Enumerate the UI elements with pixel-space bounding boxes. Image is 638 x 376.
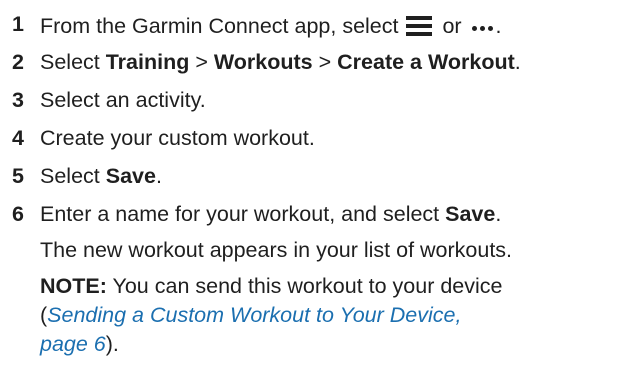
note-line-2: (Sending a Custom Workout to Your Device…	[40, 303, 462, 327]
training-label: Training	[105, 50, 190, 74]
step-number: 6	[12, 202, 24, 226]
step-text: Select an activity.	[40, 88, 206, 112]
cross-reference-link[interactable]: Sending a Custom Workout to Your Device,	[47, 303, 461, 327]
step-text: Create your custom workout.	[40, 126, 315, 150]
note-line-1: NOTE: You can send this workout to your …	[40, 274, 503, 298]
step-number: 5	[12, 164, 24, 188]
save-label: Save	[445, 202, 496, 226]
result-text: The new workout appears in your list of …	[40, 238, 513, 262]
step-number: 2	[12, 50, 24, 74]
workouts-label: Workouts	[213, 50, 313, 74]
create-workout-label: Create a Workout	[337, 50, 515, 74]
note-line-3: page 6).	[40, 332, 119, 356]
instructions-document: 1 From the Garmin Connect app, select or…	[0, 0, 638, 376]
step-5: 5 Select Save.	[0, 159, 638, 193]
step-text: From the Garmin Connect app, select or .	[40, 7, 502, 43]
step-text: Enter a name for your workout, and selec…	[40, 202, 502, 226]
step-2: 2 Select Training > Workouts > Create a …	[0, 45, 638, 79]
save-label: Save	[105, 164, 156, 188]
step-text: Select Save.	[40, 164, 162, 188]
more-dots-icon	[471, 7, 496, 41]
step-number: 1	[12, 12, 24, 36]
step-text: Select Training > Workouts > Create a Wo…	[40, 50, 521, 74]
note-label: NOTE:	[40, 274, 107, 298]
step-number: 3	[12, 88, 24, 112]
step-4: 4 Create your custom workout.	[0, 121, 638, 155]
page-reference-link[interactable]: page 6	[40, 332, 106, 356]
step-number: 4	[12, 126, 24, 150]
step-6: 6 Enter a name for your workout, and sel…	[0, 197, 638, 231]
step-3: 3 Select an activity.	[0, 83, 638, 117]
step-1: 1 From the Garmin Connect app, select or…	[0, 7, 638, 41]
hamburger-menu-icon	[406, 16, 433, 36]
